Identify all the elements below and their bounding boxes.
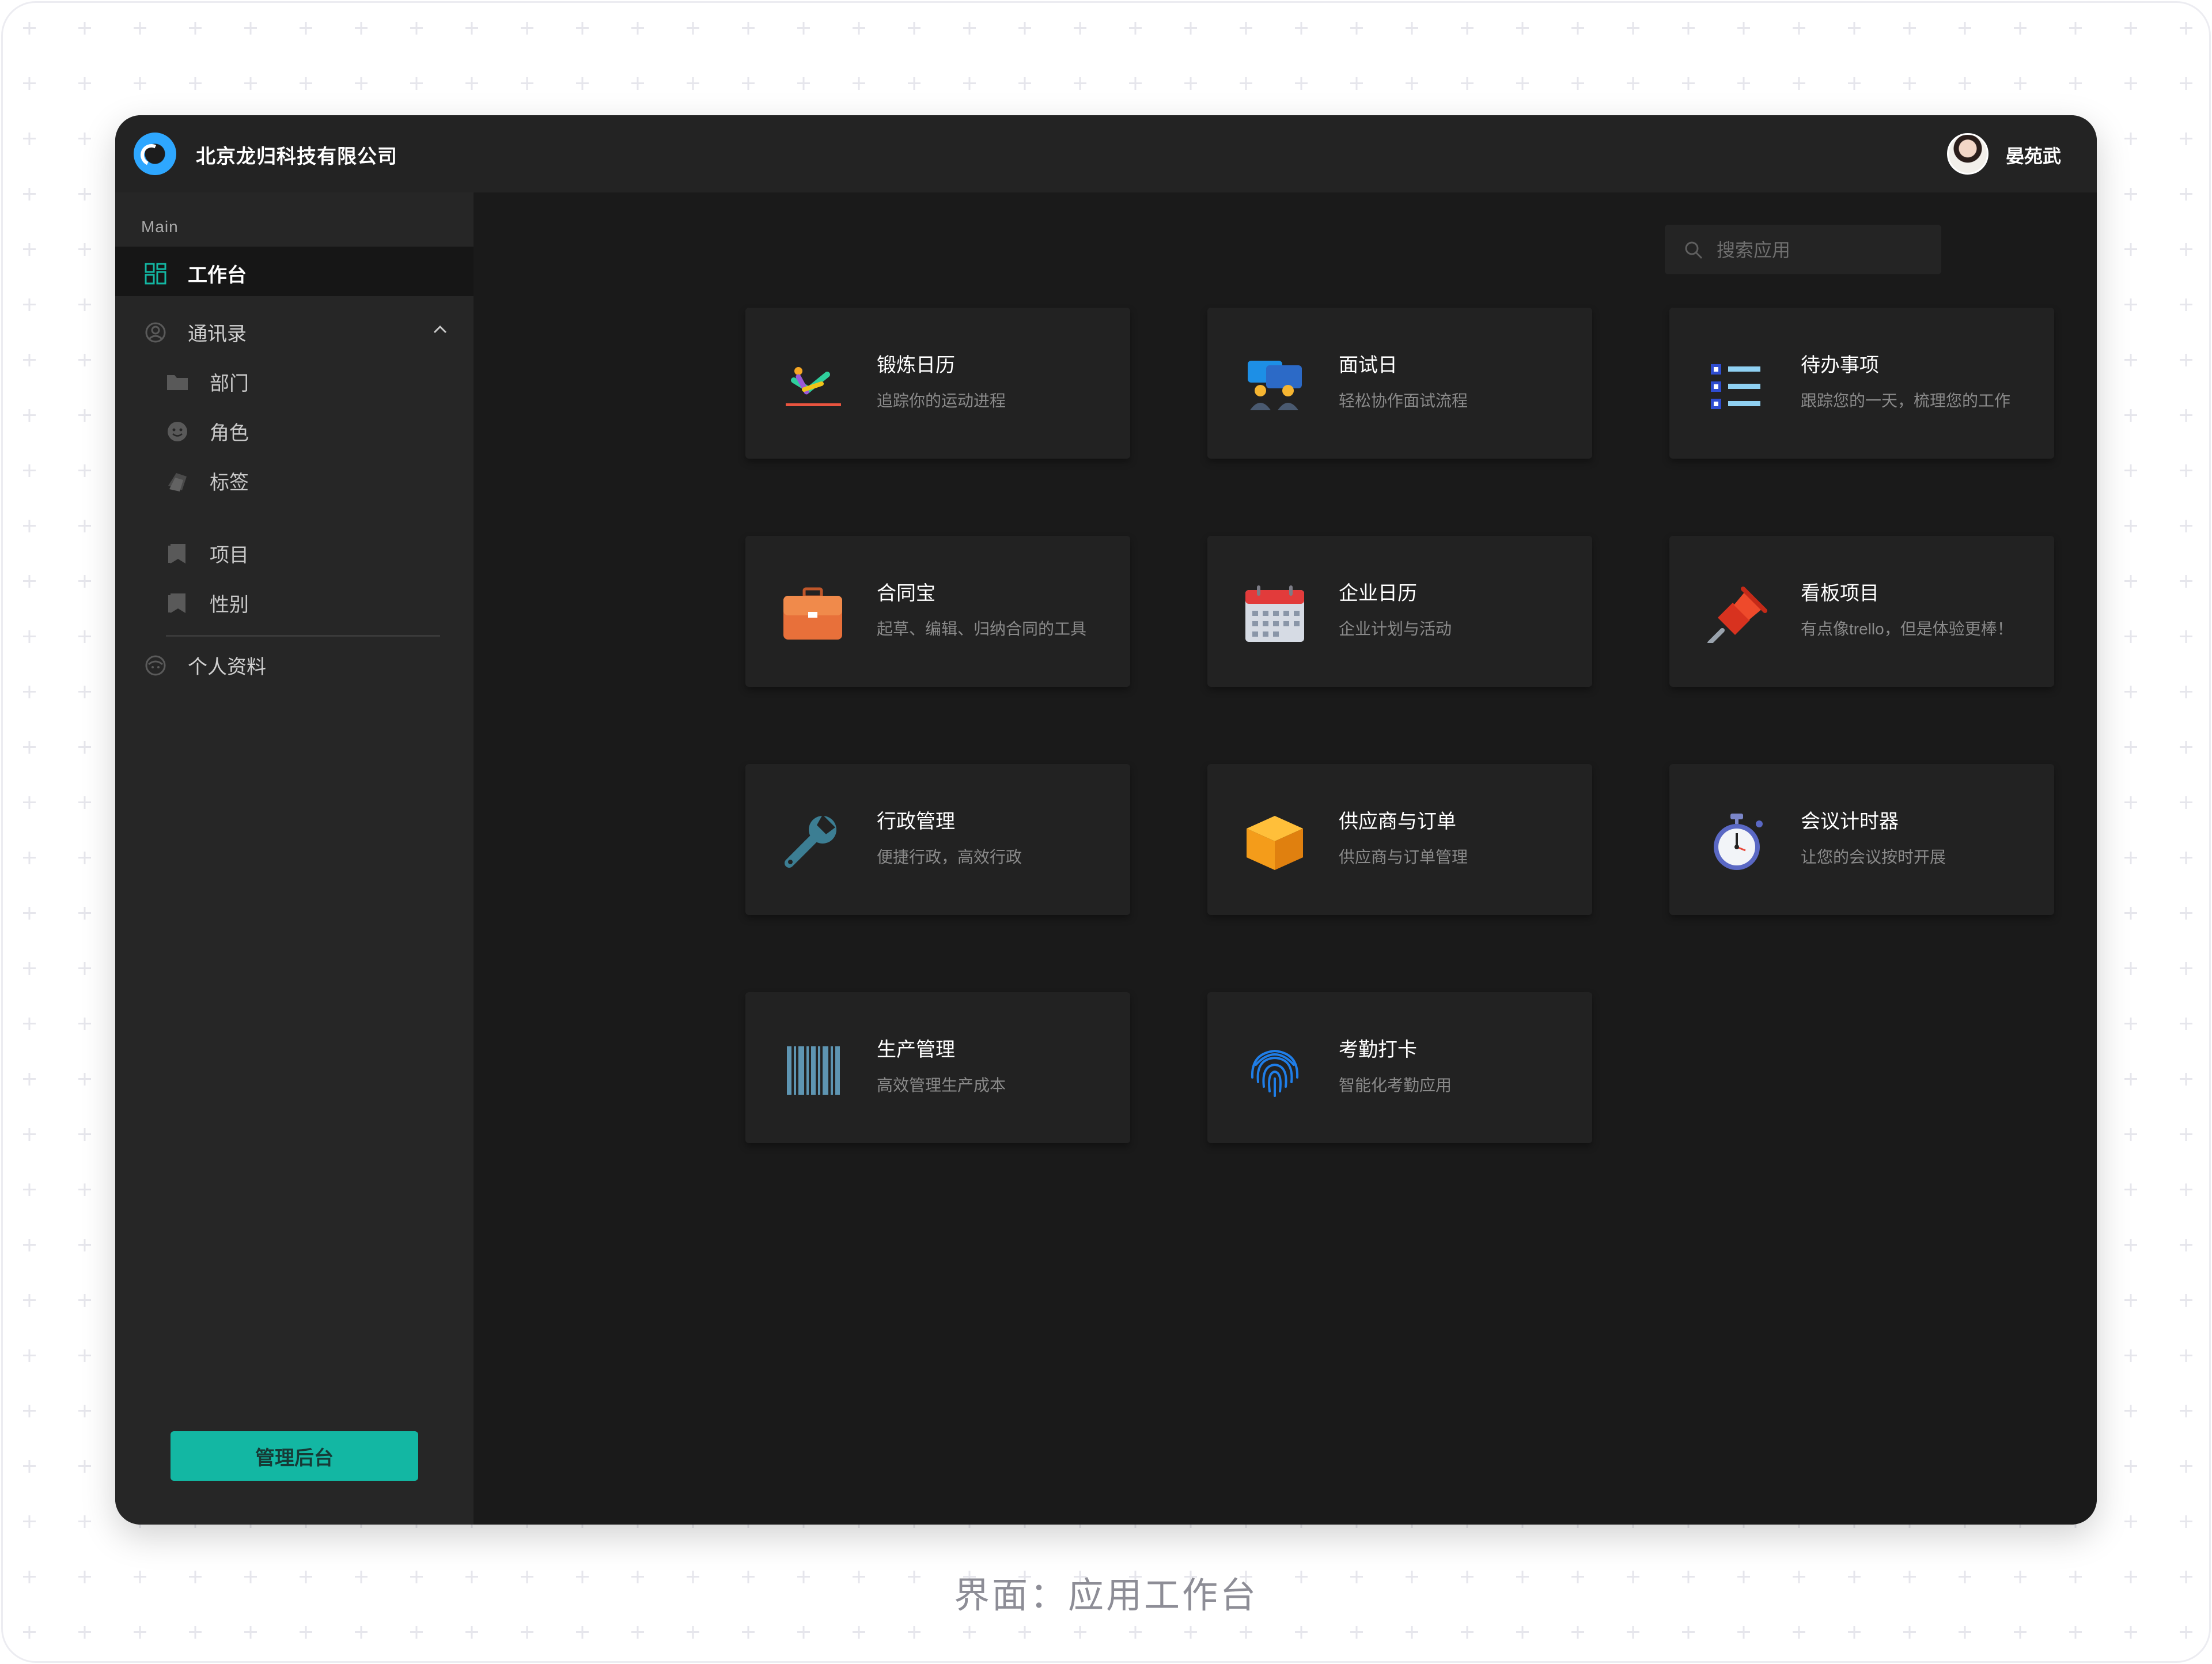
app-card-enterprise-calendar[interactable]: 企业日历 企业计划与活动 bbox=[1207, 536, 1592, 687]
sidebar-item-departments[interactable]: 部门 bbox=[166, 368, 249, 396]
app-description: 高效管理生产成本 bbox=[877, 1076, 1006, 1094]
app-card-production[interactable]: 生产管理 高效管理生产成本 bbox=[745, 992, 1130, 1143]
sidebar-item-label: 角色 bbox=[210, 422, 249, 444]
chevron-up-icon[interactable] bbox=[432, 323, 448, 336]
search-box[interactable] bbox=[1665, 225, 1941, 275]
profile-icon bbox=[145, 655, 166, 675]
app-description: 企业计划与活动 bbox=[1339, 620, 1452, 638]
briefcase-icon bbox=[783, 587, 842, 640]
fingerprint-icon bbox=[1251, 1049, 1299, 1097]
sidebar-item-label: 标签 bbox=[210, 472, 249, 494]
sidebar-item-roles[interactable]: 角色 bbox=[166, 417, 249, 445]
face-icon bbox=[168, 421, 187, 441]
app-card-interview-day[interactable]: 面试日 轻松协作面试流程 bbox=[1207, 308, 1592, 459]
sidebar-item-label: 个人资料 bbox=[188, 656, 266, 678]
app-title: 会议计时器 bbox=[1801, 811, 1899, 833]
app-title: 待办事项 bbox=[1801, 354, 1879, 376]
dashboard-icon bbox=[145, 263, 166, 284]
search-input[interactable] bbox=[1715, 225, 1937, 275]
app-description: 有点像trello，但是体验更棒！ bbox=[1801, 620, 2013, 638]
sidebar-item-contacts[interactable]: 通讯录 bbox=[144, 318, 455, 346]
sidebar-divider bbox=[166, 635, 440, 637]
app-card-administration[interactable]: 行政管理 便捷行政，高效行政 bbox=[745, 764, 1130, 915]
main-content: 锻炼日历 追踪你的运动进程 面试日 轻松协作面试流程 bbox=[474, 192, 2097, 1525]
app-title: 合同宝 bbox=[877, 583, 935, 604]
exercise-icon bbox=[786, 367, 841, 406]
app-description: 跟踪您的一天，梳理您的工作 bbox=[1801, 392, 2011, 410]
todo-list-icon bbox=[1711, 364, 1760, 409]
app-card-suppliers-orders[interactable]: 供应商与订单 供应商与订单管理 bbox=[1207, 764, 1592, 915]
sidebar-item-profile[interactable]: 个人资料 bbox=[144, 651, 266, 679]
app-description: 智能化考勤应用 bbox=[1339, 1076, 1452, 1094]
bookmark-icon bbox=[168, 543, 185, 564]
app-description: 追踪你的运动进程 bbox=[877, 392, 1006, 410]
app-description: 起草、编辑、归纳合同的工具 bbox=[877, 620, 1087, 638]
sidebar-item-tags[interactable]: 标签 bbox=[166, 467, 249, 495]
box-icon bbox=[1247, 816, 1303, 870]
user-name[interactable]: 晏苑武 bbox=[2006, 142, 2061, 168]
app-title: 供应商与订单 bbox=[1339, 811, 1456, 833]
app-card-exercise-calendar[interactable]: 锻炼日历 追踪你的运动进程 bbox=[745, 308, 1130, 459]
app-description: 便捷行政，高效行政 bbox=[877, 848, 1022, 866]
tags-icon bbox=[168, 472, 187, 491]
bookmark-icon bbox=[168, 593, 185, 613]
admin-console-button[interactable]: 管理后台 bbox=[171, 1431, 418, 1481]
sidebar-item-label: 通讯录 bbox=[188, 323, 247, 345]
barcode-icon bbox=[787, 1046, 840, 1095]
app-card-attendance[interactable]: 考勤打卡 智能化考勤应用 bbox=[1207, 992, 1592, 1143]
app-description: 让您的会议按时开展 bbox=[1801, 848, 1946, 866]
wrench-icon bbox=[785, 815, 836, 868]
app-title: 生产管理 bbox=[877, 1039, 955, 1061]
sidebar: Main 工作台 通讯录 部门 角色 标签 项目 性别 个人资料 管理后台 bbox=[115, 192, 474, 1525]
app-title: 看板项目 bbox=[1801, 583, 1879, 604]
interview-icon bbox=[1248, 361, 1302, 410]
pushpin-icon bbox=[1707, 587, 1767, 643]
sidebar-item-label: 性别 bbox=[210, 594, 249, 616]
app-description: 供应商与订单管理 bbox=[1339, 848, 1468, 866]
app-card-contracts[interactable]: 合同宝 起草、编辑、归纳合同的工具 bbox=[745, 536, 1130, 687]
company-name: 北京龙归科技有限公司 bbox=[196, 146, 397, 168]
sidebar-item-workbench[interactable]: 工作台 bbox=[115, 247, 474, 296]
user-avatar[interactable] bbox=[1947, 133, 1988, 175]
app-description: 轻松协作面试流程 bbox=[1339, 392, 1468, 410]
app-title: 锻炼日历 bbox=[877, 354, 955, 376]
app-card-meeting-timer[interactable]: 会议计时器 让您的会议按时开展 bbox=[1669, 764, 2054, 915]
app-title: 企业日历 bbox=[1339, 583, 1417, 604]
sidebar-item-label: 工作台 bbox=[188, 264, 247, 286]
sidebar-item-projects[interactable]: 项目 bbox=[166, 539, 249, 568]
app-card-kanban[interactable]: 看板项目 有点像trello，但是体验更棒！ bbox=[1669, 536, 2054, 687]
sidebar-section-label: Main bbox=[141, 218, 179, 236]
app-window: 北京龙归科技有限公司 晏苑武 Main 工作台 通讯录 部门 角色 标签 项目 … bbox=[115, 115, 2097, 1525]
sidebar-item-label: 项目 bbox=[210, 544, 249, 566]
sidebar-item-gender[interactable]: 性别 bbox=[166, 589, 249, 617]
app-title: 考勤打卡 bbox=[1339, 1039, 1417, 1061]
app-title: 行政管理 bbox=[877, 811, 955, 833]
app-title: 面试日 bbox=[1339, 354, 1397, 376]
sidebar-item-label: 部门 bbox=[210, 373, 249, 395]
user-circle-icon bbox=[145, 322, 166, 342]
app-card-todo[interactable]: 待办事项 跟踪您的一天，梳理您的工作 bbox=[1669, 308, 2054, 459]
page-caption: 界面：应用工作台 bbox=[953, 1576, 1258, 1616]
stopwatch-icon bbox=[1714, 814, 1763, 870]
company-logo-icon[interactable] bbox=[134, 133, 176, 175]
calendar-icon bbox=[1245, 585, 1304, 642]
folder-icon bbox=[167, 375, 188, 390]
top-bar: 北京龙归科技有限公司 晏苑武 bbox=[115, 115, 2097, 192]
search-icon bbox=[1685, 241, 1703, 259]
